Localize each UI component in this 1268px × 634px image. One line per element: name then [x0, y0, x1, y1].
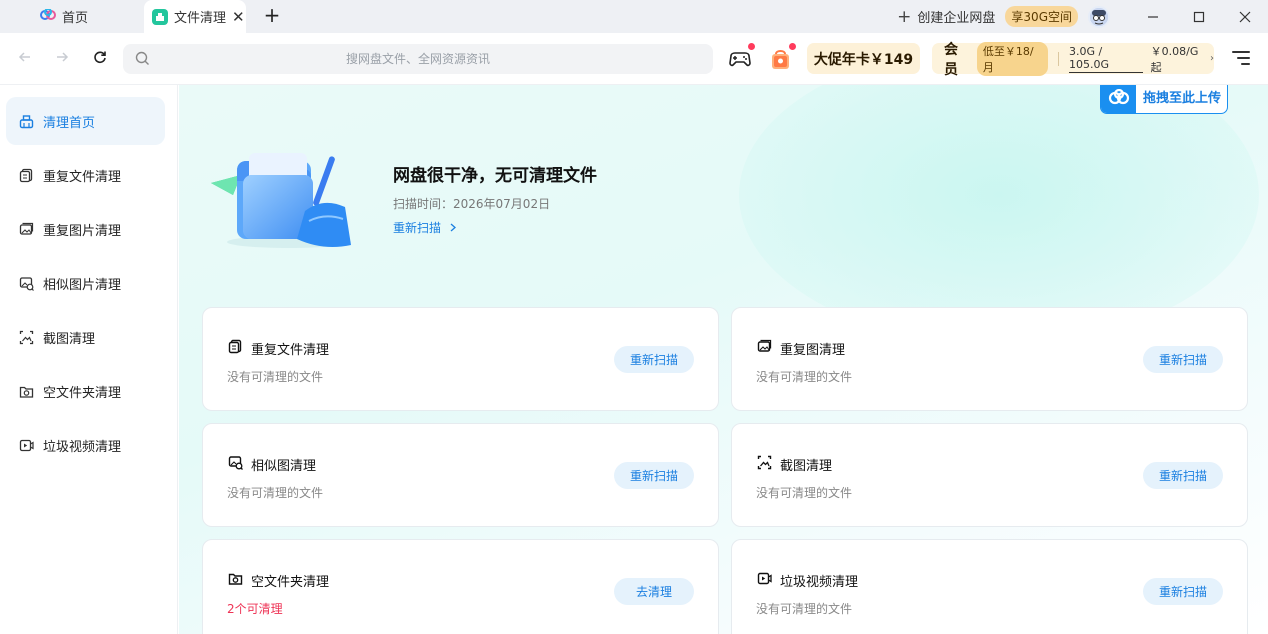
screenshot-icon [757, 455, 773, 471]
tab-home[interactable]: 首页 [0, 0, 140, 33]
card-status: 没有可清理的文件 [756, 486, 853, 500]
baidu-netdisk-logo-icon [40, 7, 56, 25]
sidebar-item-label: 垃圾视频清理 [43, 439, 122, 455]
sidebar-item-label: 相似图片清理 [43, 277, 122, 293]
duplicate-file-icon [228, 339, 244, 355]
rescan-button[interactable]: 重新扫描 [614, 346, 694, 373]
rescan-button[interactable]: 重新扫描 [1143, 578, 1223, 605]
rescan-link[interactable]: 重新扫描 [393, 219, 457, 236]
space-promo-badge[interactable]: 享30G空间 [1005, 6, 1078, 27]
empty-folder-icon [18, 383, 34, 399]
sidebar-item-empty-folders[interactable]: 空文件夹清理 [6, 367, 165, 415]
video-icon [18, 437, 34, 453]
sidebar-item-label: 清理首页 [43, 115, 96, 131]
plus-icon: + [897, 6, 912, 27]
chevron-right-icon: › [1210, 53, 1214, 64]
divider [1058, 51, 1060, 66]
gift-bag-icon[interactable] [768, 43, 796, 72]
similar-image-icon [18, 275, 34, 291]
duplicate-image-icon [757, 339, 773, 355]
rescan-button[interactable]: 重新扫描 [1143, 462, 1223, 489]
notification-dot [748, 43, 755, 50]
notification-dot [789, 43, 796, 50]
sidebar-item-clean-home[interactable]: 清理首页 [6, 97, 165, 145]
sidebar-item-similar-images[interactable]: 相似图片清理 [6, 259, 165, 307]
similar-image-icon [228, 455, 244, 471]
tab-file-clean-label: 文件清理 [174, 11, 227, 26]
minimize-icon[interactable] [1130, 0, 1176, 33]
title-bar: 首页 文件清理 ✕ + + 创建企业网盘 享30G空间 [0, 0, 1268, 33]
sidebar-item-label: 重复文件清理 [43, 169, 122, 185]
drag-upload-button[interactable]: 拖拽至此上传 [1100, 85, 1228, 114]
empty-folder-icon [228, 571, 244, 587]
storage-usage: 3.0G / 105.0G [1069, 45, 1143, 73]
sidebar-item-label: 空文件夹清理 [43, 385, 122, 401]
vip-membership-bar[interactable]: 会员 低至￥18/月 3.0G / 105.0G ￥0.08/G起 › [932, 41, 1214, 78]
refresh-icon[interactable] [90, 49, 110, 69]
tab-home-label: 首页 [62, 11, 89, 26]
duplicate-file-icon [18, 167, 34, 183]
card-title: 垃圾视频清理 [780, 575, 859, 590]
sidebar-item-screenshots[interactable]: 截图清理 [6, 313, 165, 361]
sidebar-item-duplicate-images[interactable]: 重复图片清理 [6, 205, 165, 253]
vip-label: 会员 [944, 41, 958, 78]
toolbar: 大促年卡￥149 会员 低至￥18/月 3.0G / 105.0G ￥0.08/… [0, 33, 1268, 85]
folder-broom-illustration [209, 145, 359, 250]
tab-close-icon[interactable]: ✕ [232, 8, 245, 26]
chevron-right-icon [449, 221, 457, 235]
new-tab-plus-icon[interactable]: + [262, 5, 282, 25]
create-enterprise-label: 创建企业网盘 [917, 11, 996, 26]
card-title: 空文件夹清理 [251, 575, 330, 590]
clean-app-icon [152, 8, 168, 25]
card-status: 没有可清理的文件 [756, 602, 853, 616]
card-duplicate-files: 重复文件清理 没有可清理的文件 重新扫描 [202, 307, 719, 411]
card-empty-folders: 空文件夹清理 2个可清理 去清理 [202, 539, 719, 634]
video-icon [757, 571, 773, 587]
go-clean-button[interactable]: 去清理 [614, 578, 694, 605]
tab-file-clean[interactable]: 文件清理 ✕ [144, 0, 246, 33]
broom-basket-icon [18, 113, 34, 129]
search-input[interactable] [123, 44, 713, 74]
rescan-label: 重新扫描 [393, 221, 442, 235]
card-duplicate-images: 重复图清理 没有可清理的文件 重新扫描 [731, 307, 1248, 411]
card-status: 没有可清理的文件 [756, 370, 853, 384]
sidebar-item-duplicate-files[interactable]: 重复文件清理 [6, 151, 165, 199]
card-status: 没有可清理的文件 [227, 370, 324, 384]
forward-arrow-icon[interactable] [52, 49, 72, 69]
avatar[interactable] [1088, 5, 1110, 28]
sidebar-item-junk-videos[interactable]: 垃圾视频清理 [6, 421, 165, 469]
close-window-icon[interactable] [1222, 0, 1268, 33]
cloud-upload-icon [1101, 85, 1136, 113]
card-similar-images: 相似图清理 没有可清理的文件 重新扫描 [202, 423, 719, 527]
create-enterprise-button[interactable]: + 创建企业网盘 [897, 7, 995, 27]
game-controller-icon[interactable] [727, 43, 755, 72]
sidebar-item-label: 截图清理 [43, 331, 96, 347]
screenshot-icon [18, 329, 34, 345]
card-status: 没有可清理的文件 [227, 486, 324, 500]
sidebar: 清理首页 重复文件清理 重复图片清理 相似图片清理 截图清理 空文件夹清理 垃圾… [0, 85, 178, 634]
card-status: 2个可清理 [227, 602, 283, 616]
duplicate-image-icon [18, 221, 34, 237]
unit-price: ￥0.08/G起 [1150, 44, 1199, 74]
menu-icon[interactable] [1232, 51, 1250, 67]
rescan-button[interactable]: 重新扫描 [1143, 346, 1223, 373]
maximize-icon[interactable] [1176, 0, 1222, 33]
card-title: 截图清理 [780, 459, 833, 474]
card-junk-videos: 垃圾视频清理 没有可清理的文件 重新扫描 [731, 539, 1248, 634]
card-title: 重复文件清理 [251, 343, 330, 358]
card-title: 相似图清理 [251, 459, 317, 474]
rescan-button[interactable]: 重新扫描 [614, 462, 694, 489]
sidebar-item-label: 重复图片清理 [43, 223, 122, 239]
search-box[interactable] [123, 44, 713, 74]
scan-time: 扫描时间：2026年07月02日 [393, 197, 551, 211]
main-content: 拖拽至此上传 网盘很干净，无可清理文件 扫描时间：2026年07月02日 重新扫… [179, 85, 1268, 634]
vip-price-badge: 低至￥18/月 [976, 41, 1049, 76]
back-arrow-icon[interactable] [15, 49, 35, 69]
card-title: 重复图清理 [780, 343, 846, 358]
year-card-promo-button[interactable]: 大促年卡￥149 [807, 43, 920, 74]
drag-upload-label: 拖拽至此上传 [1143, 91, 1222, 106]
card-screenshots: 截图清理 没有可清理的文件 重新扫描 [731, 423, 1248, 527]
page-title: 网盘很干净，无可清理文件 [393, 166, 597, 186]
